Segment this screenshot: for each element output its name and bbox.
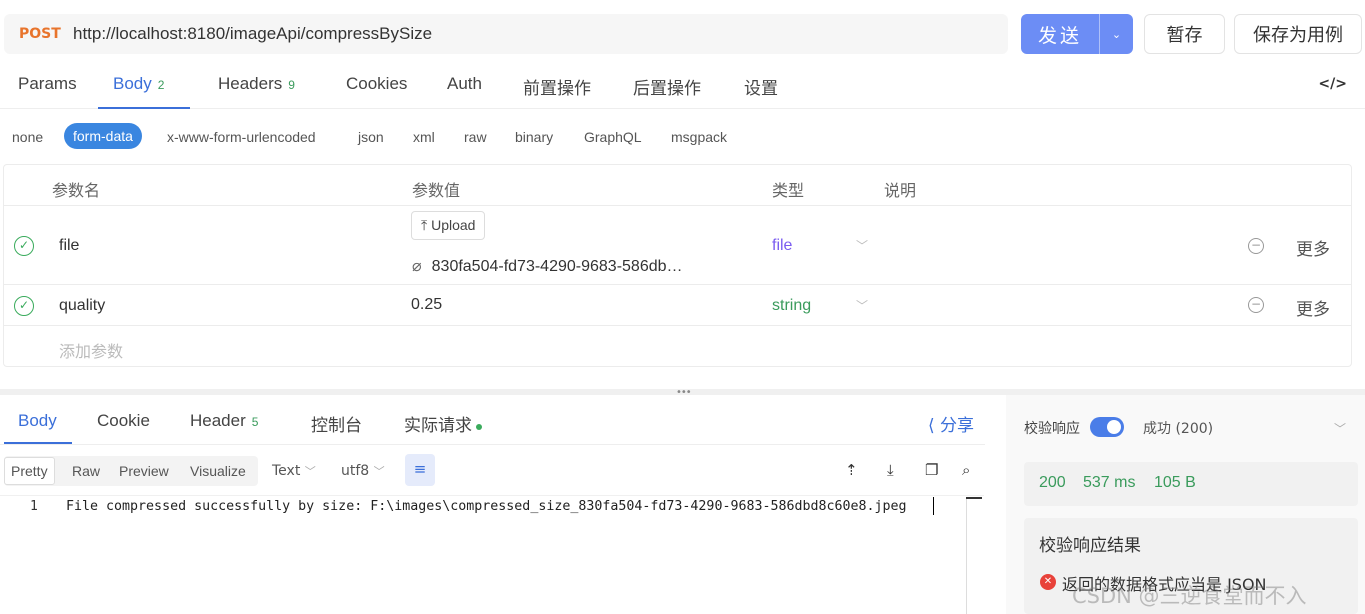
copy-icon[interactable]: ❐ [925,461,938,479]
header-param-name: 参数名 [52,181,101,200]
view-mode-visualize[interactable]: Visualize [190,463,246,479]
body-type-urlencoded[interactable]: x-www-form-urlencoded [167,129,316,145]
response-tab-actual-request[interactable]: 实际请求 [404,411,482,436]
upload-button[interactable]: ⤒ Upload [411,211,486,240]
response-body-text[interactable]: File compressed successfully by size: F:… [66,499,907,514]
share-button[interactable]: ⟨ 分享 [928,411,974,436]
view-mode-raw[interactable]: Raw [72,463,100,479]
chevron-down-icon[interactable]: ⌄ [1100,28,1133,41]
remove-icon[interactable]: − [1248,238,1264,254]
more-button[interactable]: 更多 [1296,295,1330,320]
response-size: 105 B [1154,474,1196,491]
http-method[interactable]: POST [19,26,73,42]
validate-response-toggle[interactable] [1090,417,1124,437]
drag-handle-icon[interactable]: ••• [676,387,692,398]
share-icon: ⟨ [928,416,935,436]
request-tabs: Params Body 2 Headers 9 Cookies Auth 前置操作 … [0,66,1365,109]
remove-icon[interactable]: − [1248,297,1264,313]
format-select[interactable]: Text ﹀ [272,463,316,479]
response-tab-cookie[interactable]: Cookie [97,411,150,431]
status-dot [476,423,482,430]
validation-result-title: 校验响应结果 [1039,536,1141,556]
tab-pre-operations[interactable]: 前置操作 [523,74,591,99]
response-time: 537 ms [1083,474,1136,491]
save-draft-button[interactable]: 暂存 [1144,14,1225,54]
active-tab-indicator [98,107,190,109]
header-param-value: 参数值 [412,181,461,200]
more-button[interactable]: 更多 [1296,235,1330,260]
status-code: 200 [1039,474,1066,491]
vertical-scrollbar[interactable] [966,497,967,614]
word-wrap-icon[interactable]: ≡ [405,454,435,486]
tab-headers[interactable]: Headers 9 [218,74,295,94]
response-tab-header[interactable]: Header 5 [190,411,258,431]
tab-auth[interactable]: Auth [447,74,482,94]
line-number: 1 [30,499,38,514]
add-param-input[interactable]: 添加参数 [59,338,123,362]
param-type-select[interactable]: string [772,297,811,315]
tab-cookies[interactable]: Cookies [346,74,407,94]
scroll-to-top-icon[interactable]: ⇡ [845,461,858,479]
header-param-type: 类型 [772,181,805,200]
watermark: CSDN @三逆食堂而不入 [1072,584,1307,608]
tab-post-operations[interactable]: 后置操作 [633,74,701,99]
body-type-binary[interactable]: binary [515,129,553,145]
body-type-none[interactable]: none [12,129,43,145]
body-type-xml[interactable]: xml [413,129,435,145]
url-input[interactable]: http://localhost:8180/imageApi/compressB… [73,24,432,44]
tab-settings[interactable]: 设置 [744,74,778,99]
header-param-desc: 说明 [884,181,917,200]
tab-params[interactable]: Params [18,74,77,94]
param-value-quality[interactable]: 0.25 [411,296,442,314]
paperclip-icon: ⌀ [412,258,422,275]
body-type-msgpack[interactable]: msgpack [671,129,727,145]
tab-body[interactable]: Body 2 [113,74,164,94]
response-tab-body[interactable]: Body [18,411,57,431]
view-mode-pretty[interactable]: Pretty [4,457,55,485]
url-bar[interactable]: POST http://localhost:8180/imageApi/comp… [4,14,1008,54]
response-tab-console[interactable]: 控制台 [311,411,362,436]
search-icon[interactable]: ⌕ [962,461,970,479]
encoding-select[interactable]: utf8 ﹀ [341,463,385,479]
param-name-quality[interactable]: quality [59,297,105,315]
row-enabled-checkbox[interactable]: ✓ [14,296,34,316]
params-table: 参数名 参数值 类型 说明 ✓ file ⤒ Upload ⌀ 830fa504-… [3,164,1352,367]
body-type-raw[interactable]: raw [464,129,487,145]
text-caret [933,497,934,515]
download-icon[interactable]: ⤓ [887,461,894,479]
send-label[interactable]: 发送 [1021,21,1099,48]
body-type-json[interactable]: json [358,129,384,145]
chevron-down-icon[interactable]: ﹀ [1334,420,1346,437]
row-enabled-checkbox[interactable]: ✓ [14,236,34,256]
view-mode-switch: Pretty Raw Preview Visualize [4,456,258,486]
view-mode-preview[interactable]: Preview [119,463,169,479]
body-type-graphql[interactable]: GraphQL [584,129,642,145]
upload-icon: ⤒ [421,217,428,233]
validation-status[interactable]: 成功 (200) [1143,418,1213,438]
param-name-file[interactable]: file [59,237,79,255]
param-type-select[interactable]: file [772,237,792,255]
body-type-form-data[interactable]: form-data [64,123,142,149]
chevron-down-icon[interactable]: ﹀ [856,297,868,314]
code-icon[interactable]: </> [1318,76,1347,92]
send-button[interactable]: 发送 ⌄ [1021,14,1133,54]
chevron-down-icon[interactable]: ﹀ [856,237,868,254]
validate-response-label: 校验响应 [1024,421,1080,437]
error-icon: ✕ [1040,574,1056,590]
file-attachment: ⌀ 830fa504-fd73-4290-9683-586db… [412,258,683,275]
save-as-case-button[interactable]: 保存为用例 [1234,14,1362,54]
